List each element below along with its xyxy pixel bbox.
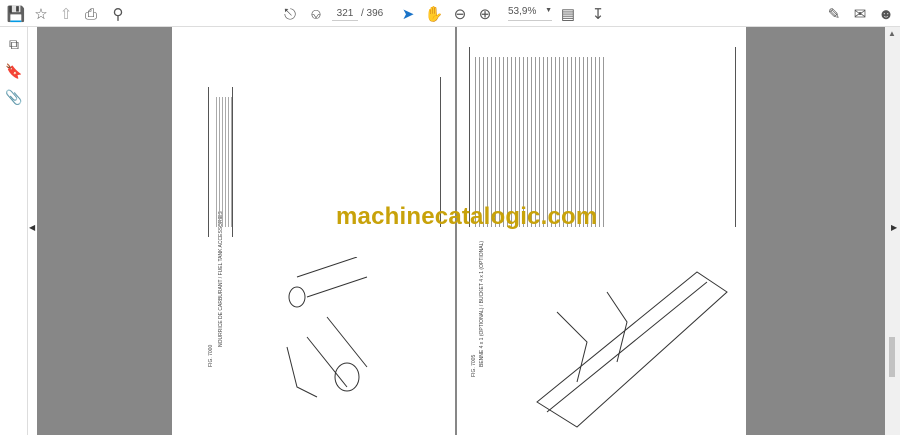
scroll-mode-icon[interactable]: ↧ [588,4,608,24]
zoom-level-select[interactable]: 53,9% ▼ [508,6,552,21]
toolbar: 💾 ☆ ⇧ ⎙ ⚲ ⎋ ⎉ / 396 ➤ ✋ ⊖ ⊕ 53,9% ▼ ▤ ↧ ✎… [0,0,900,27]
expand-right-panel-arrow[interactable]: ▶ [891,223,897,232]
figure-title: BENNE 4 x 1 (OPTIONAL) / BUCKET 4 x 1 (O… [479,240,485,367]
figure-label: FIG. 7000 [208,344,214,367]
account-icon[interactable]: ☻ [876,4,896,24]
previous-page-button[interactable]: ⎋ [280,4,300,24]
collapse-left-panel-arrow[interactable]: ◀ [29,223,35,232]
figure-label: FIG. 7005 [471,354,477,377]
select-tool-cursor-icon[interactable]: ➤ [398,4,418,24]
hand-tool-icon[interactable]: ✋ [424,4,444,24]
cloud-upload-icon[interactable]: ⇧ [56,4,76,24]
scroll-up-arrow[interactable]: ▲ [888,29,896,38]
page-total: / 396 [361,8,384,19]
page-number-input[interactable] [332,6,358,21]
page-thumbnails-icon[interactable]: ⧉ [4,34,24,54]
chevron-down-icon: ▼ [545,7,552,14]
fuel-accessory-diagram [286,257,368,398]
scrollbar-thumb[interactable] [889,337,895,377]
zoom-level-value: 53,9% [508,6,537,17]
left-sidebar: ⧉ 🔖 📎 [0,27,28,435]
zoom-out-button[interactable]: ⊖ [450,4,470,24]
star-icon[interactable]: ☆ [31,4,51,24]
watermark: machinecatalogic.com [336,203,598,230]
print-icon[interactable]: ⎙ [81,4,101,24]
document-viewer: FIG. 7000 NOURRICE DE CARBURANT / FUEL T… [28,27,885,435]
figure-title: NOURRICE DE CARBURANT / FUEL TANK ACCESS… [218,211,224,347]
save-icon[interactable]: 💾 [6,4,26,24]
search-icon[interactable]: ⚲ [108,4,128,24]
next-page-button[interactable]: ⎉ [306,4,326,24]
zoom-in-button[interactable]: ⊕ [475,4,495,24]
fill-sign-icon[interactable]: ✎ [824,4,844,24]
pdf-page-321: FIG. 7005 BENNE 4 x 1 (OPTIONAL) / BUCKE… [457,27,746,435]
pdf-page-320: FIG. 7000 NOURRICE DE CARBURANT / FUEL T… [172,27,455,435]
attachments-icon[interactable]: 📎 [4,87,24,107]
page-fit-icon[interactable]: ▤ [558,4,578,24]
bucket-diagram [536,271,728,428]
bookmarks-icon[interactable]: 🔖 [4,61,24,81]
email-icon[interactable]: ✉ [850,4,870,24]
